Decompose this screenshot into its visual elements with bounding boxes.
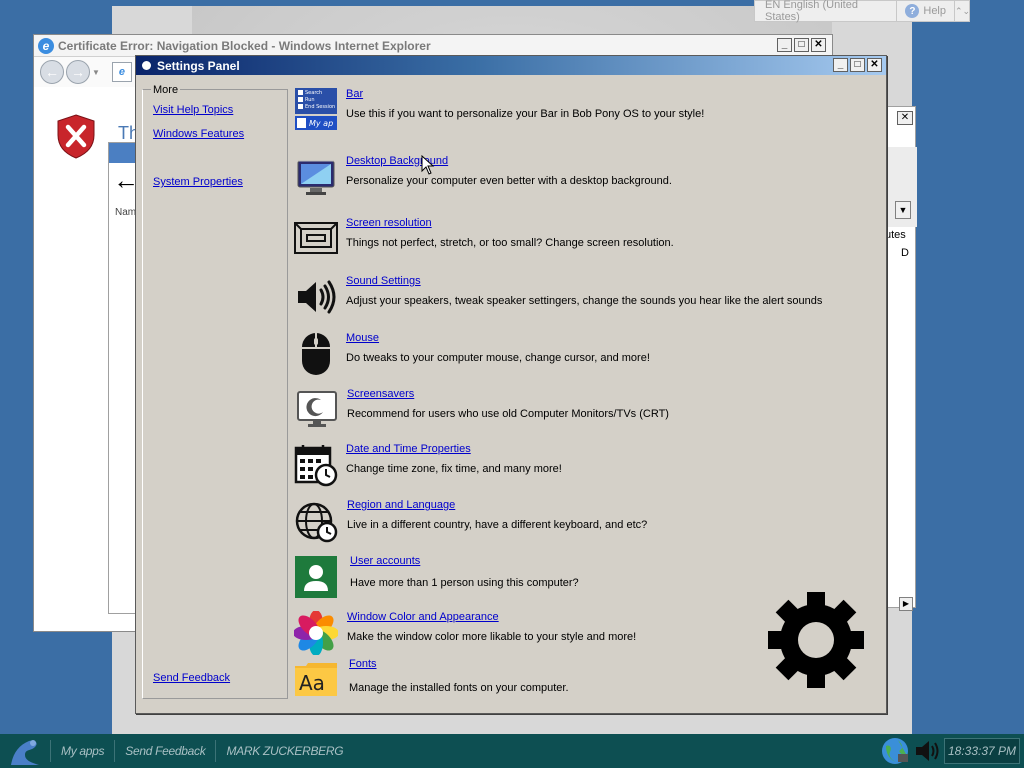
bar-icon-my-apps-text: My ap [309,119,333,128]
settings-window-controls: _ □ ✕ [833,58,882,72]
help-button[interactable]: ? Help [897,1,955,21]
fonts-icon-text: Aa [299,671,325,695]
setting-item-bar[interactable]: Search Run End Session My ap Bar Use thi… [294,88,854,138]
help-icon: ? [905,4,920,18]
explorer-name-column[interactable]: Nam [115,207,136,218]
taskbar-user-name[interactable]: MARK ZUCKERBERG [215,740,353,762]
sound-settings-link[interactable]: Sound Settings [346,275,421,287]
settings-window-title: Settings Panel [157,58,240,73]
ie-window-title: Certificate Error: Navigation Blocked - … [58,38,431,53]
taskbar: My apps Send Feedback MARK ZUCKERBERG 18… [0,734,1024,768]
ie-minimize-button[interactable]: _ [777,38,792,52]
volume-icon[interactable] [914,736,940,766]
mouse-description: Do tweaks to your computer mouse, change… [346,352,650,364]
bar-icon-end-session-text: End Session [305,104,335,110]
globe-icon [295,502,338,543]
mouse-link[interactable]: Mouse [346,332,379,344]
start-button[interactable] [0,734,50,768]
ie-maximize-button[interactable]: □ [794,38,809,52]
region-language-link[interactable]: Region and Language [347,499,455,511]
shield-error-icon [57,114,95,159]
language-selector[interactable]: EN English (United States) [755,0,898,23]
settings-titlebar[interactable]: Settings Panel _ □ ✕ [136,56,886,75]
right-window-cell: D [901,247,909,259]
fonts-link[interactable]: Fonts [349,658,377,670]
fonts-description: Manage the installed fonts on your compu… [349,682,569,694]
monitor-icon [297,160,335,195]
bar-icon-search-text: Search [305,90,322,96]
taskbar-clock[interactable]: 18:33:37 PM [944,738,1020,764]
fonts-icon: Aa [295,663,337,696]
system-tray: 18:33:37 PM [880,734,1024,768]
bar-icon-run-text: Run [305,97,315,103]
user-accounts-description: Have more than 1 person using this compu… [350,577,579,589]
ie-titlebar[interactable]: e Certificate Error: Navigation Blocked … [34,35,832,57]
screen-resolution-link[interactable]: Screen resolution [346,217,432,229]
settings-minimize-button[interactable]: _ [833,58,848,72]
right-window-close-button[interactable]: ✕ [897,111,913,125]
ie-page-icon: e [111,62,132,82]
help-label: Help [923,5,946,17]
network-globe-icon[interactable] [880,736,910,766]
settings-panel-window: Settings Panel _ □ ✕ More Visit Help Top… [135,55,887,714]
user-accounts-link[interactable]: User accounts [350,555,420,567]
ie-window-controls: _ □ ✕ [777,38,826,52]
setting-item-screensavers[interactable]: Screensavers Recommend for users who use… [294,388,854,438]
system-properties-link[interactable]: System Properties [153,176,243,188]
ie-logo-icon: e [38,37,54,54]
setting-item-desktop-background[interactable]: Desktop Background Personalize your comp… [294,155,854,205]
right-window-column-header[interactable]: utes [885,229,906,241]
send-feedback-link[interactable]: Send Feedback [153,672,230,684]
calendar-clock-icon [294,445,338,487]
date-time-description: Change time zone, fix time, and many mor… [346,463,562,475]
region-language-description: Live in a different country, have a diff… [347,519,648,531]
settings-close-button[interactable]: ✕ [867,58,882,72]
setting-item-date-time[interactable]: Date and Time Properties Change time zon… [294,443,854,493]
setting-item-mouse[interactable]: Mouse Do tweaks to your computer mouse, … [294,332,854,382]
bar-link[interactable]: Bar [346,88,363,100]
settings-maximize-button[interactable]: □ [850,58,865,72]
taskbar-send-feedback[interactable]: Send Feedback [114,740,215,762]
taskbar-my-apps[interactable]: My apps [50,740,114,762]
color-wheel-icon [294,611,338,655]
sound-settings-description: Adjust your speakers, tweak speaker sett… [346,295,823,307]
windows-features-link[interactable]: Windows Features [153,128,244,140]
user-icon [295,556,337,598]
setting-item-sound-settings[interactable]: Sound Settings Adjust your speakers, twe… [294,275,854,325]
screensaver-icon [297,391,337,427]
settings-window-icon [142,61,151,70]
bar-description: Use this if you want to personalize your… [346,108,705,120]
screensavers-description: Recommend for users who use old Computer… [347,408,669,420]
right-window-dropdown-icon[interactable]: ▼ [895,201,911,219]
ie-back-button[interactable]: ← [40,60,64,84]
window-color-link[interactable]: Window Color and Appearance [347,611,499,623]
speaker-icon [298,280,336,314]
visit-help-topics-link[interactable]: Visit Help Topics [153,104,233,116]
right-window-scroll-right-icon[interactable]: ▶ [899,597,913,611]
langbar-options-button[interactable]: ⌃⌄ [955,6,970,17]
screensavers-link[interactable]: Screensavers [347,388,414,400]
mouse-pointer-icon [421,155,435,175]
start-logo-icon [11,740,39,765]
desktop-background-description: Personalize your computer even better wi… [346,175,672,187]
mouse-icon [302,333,330,375]
resolution-icon [294,222,338,254]
setting-item-region-language[interactable]: Region and Language Live in a different … [294,499,854,549]
ie-history-dropdown-icon[interactable]: ▼ [92,68,100,77]
language-bar: EN English (United States) ? Help ⌃⌄ [754,0,970,23]
bar-icon: Search Run End Session My ap [295,88,337,130]
settings-sidebar: More Visit Help Topics Windows Features … [142,84,288,699]
setting-item-screen-resolution[interactable]: Screen resolution Things not perfect, st… [294,217,854,267]
sidebar-group-label: More [151,84,181,96]
date-time-link[interactable]: Date and Time Properties [346,443,471,455]
ie-forward-button[interactable]: → [66,60,90,84]
ie-close-button[interactable]: ✕ [811,38,826,52]
screen-resolution-description: Things not perfect, stretch, or too smal… [346,237,674,249]
gear-icon [768,592,864,688]
window-color-description: Make the window color more likable to yo… [347,631,637,643]
